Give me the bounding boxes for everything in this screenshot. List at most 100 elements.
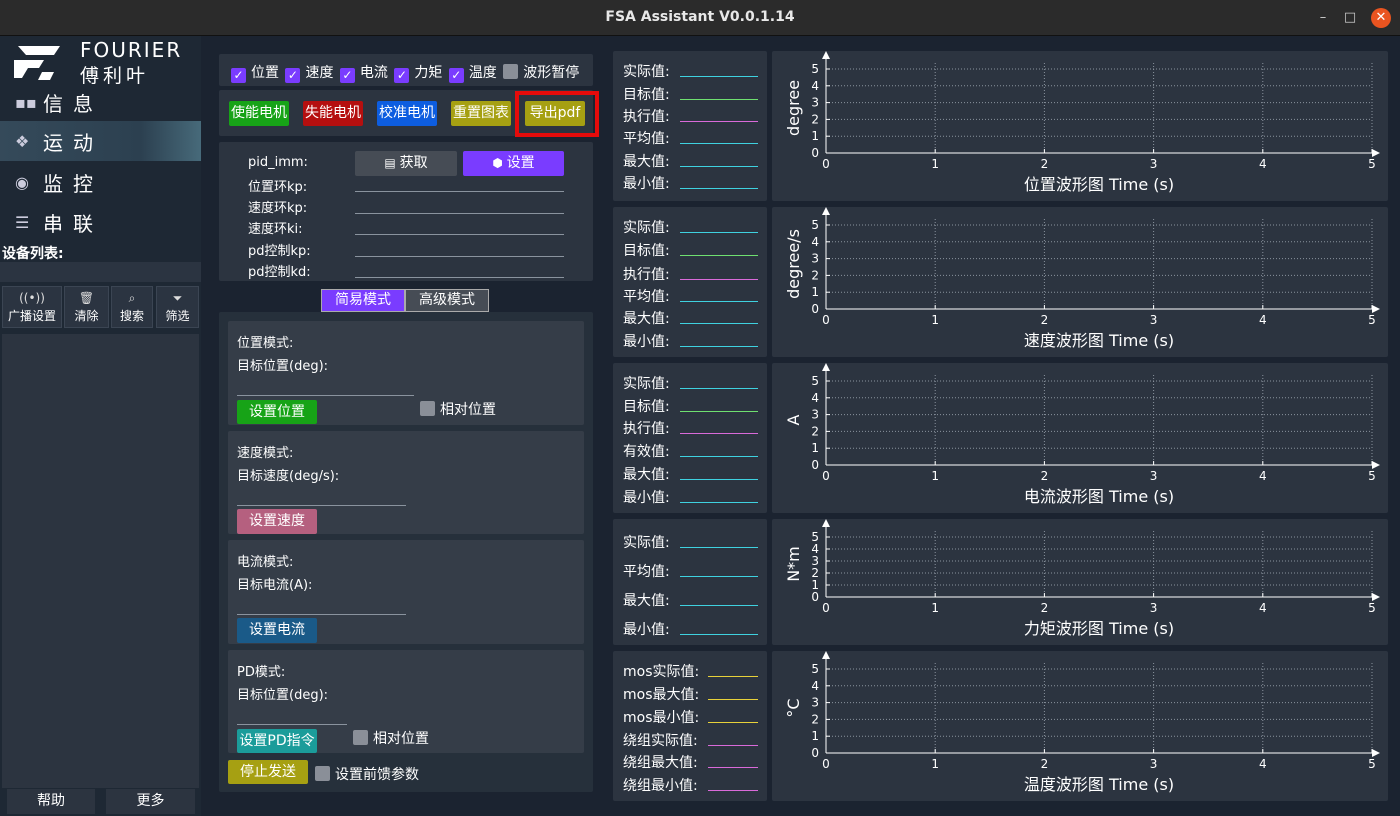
- set-velocity-button[interactable]: 设置速度: [237, 509, 317, 534]
- button-label: 搜索: [119, 309, 144, 323]
- enable-motor-button[interactable]: 使能电机: [229, 101, 289, 126]
- y-tick-label: 2: [811, 566, 819, 580]
- toggle-position[interactable]: ✓ 位置: [231, 65, 279, 83]
- toggle-label: 波形暂停: [523, 65, 580, 81]
- pd-target-position-input[interactable]: [237, 724, 347, 725]
- y-tick-label: 3: [811, 554, 819, 568]
- nav-motion[interactable]: ❖ 运动: [0, 121, 201, 161]
- set-current-button[interactable]: 设置电流: [237, 618, 317, 643]
- stat-label: 实际值:: [623, 535, 670, 551]
- calibrate-motor-button[interactable]: 校准电机: [377, 101, 437, 126]
- position-kp-input[interactable]: [355, 191, 564, 192]
- chart-svg[interactable]: 0 1 2 3 4 5012345电流波形图 Time (s)A: [772, 363, 1388, 513]
- brand-name: FOURIER: [80, 38, 183, 62]
- velocity-kp-label: 速度环kp:: [248, 201, 308, 216]
- button-label: 设置: [506, 155, 535, 171]
- stat-value-field: [680, 456, 758, 457]
- chart-svg[interactable]: 0 1 2 3 4 5012345速度波形图 Time (s)degree/s: [772, 207, 1388, 357]
- y-axis-arrow-icon: [822, 51, 830, 59]
- tab-advanced-mode[interactable]: 高级模式: [405, 289, 489, 312]
- pd-kp-input[interactable]: [355, 256, 564, 257]
- close-button[interactable]: ✕: [1371, 8, 1391, 28]
- broadcast-settings-button[interactable]: ((•)) 广播设置: [2, 286, 62, 328]
- y-tick-label: 2: [811, 112, 819, 126]
- nav-label: 运动: [43, 130, 103, 155]
- help-button[interactable]: 帮助: [7, 789, 95, 814]
- set-position-button[interactable]: 设置位置: [237, 400, 317, 424]
- gear-icon: ⬢: [492, 156, 507, 170]
- stat-label: 执行值:: [623, 421, 670, 437]
- y-tick-label: 3: [811, 96, 819, 110]
- pd-kd-input[interactable]: [355, 277, 564, 278]
- broadcast-icon: ((•)): [19, 291, 45, 305]
- position-mode-title: 位置模式:: [237, 336, 294, 351]
- device-list[interactable]: [2, 334, 199, 788]
- more-button[interactable]: 更多: [106, 789, 195, 814]
- chart-svg[interactable]: 0 1 2 3 4 5012345力矩波形图 Time (s)N*m: [772, 519, 1388, 645]
- chart-xlabel: 位置波形图 Time (s): [1024, 175, 1174, 194]
- disable-motor-button[interactable]: 失能电机: [303, 101, 363, 126]
- tab-simple-mode[interactable]: 简易模式: [321, 289, 405, 312]
- nav-monitor[interactable]: ◉ 监控: [0, 162, 201, 202]
- nav-info[interactable]: ▪▪ 信息: [0, 82, 201, 122]
- toggle-wave-pause[interactable]: 波形暂停: [503, 64, 580, 81]
- filter-button[interactable]: ⏷ 筛选: [156, 286, 199, 328]
- toggle-current[interactable]: ✓ 电流: [339, 65, 388, 83]
- y-tick-label: 1: [811, 129, 819, 143]
- minimize-button[interactable]: –: [1313, 8, 1333, 28]
- x-tick-label: 5: [1368, 601, 1376, 615]
- stat-panel: 实际值: 平均值: 最大值: 最小值:: [613, 519, 767, 645]
- x-tick-label: 2: [1041, 157, 1049, 171]
- relative-position-checkbox[interactable]: 相对位置: [420, 399, 496, 419]
- stat-label: 实际值:: [623, 64, 670, 80]
- button-label: 获取: [399, 155, 428, 171]
- stat-panel: mos实际值: mos最大值: mos最小值: 绕组实际值: 绕组最大值: 绕组最小值:: [613, 651, 767, 801]
- velocity-ki-input[interactable]: [355, 234, 564, 235]
- velocity-kp-input[interactable]: [355, 213, 564, 214]
- get-button[interactable]: ▤ 获取: [355, 151, 457, 176]
- target-position-input[interactable]: [237, 395, 414, 396]
- y-tick-label: 3: [811, 408, 819, 422]
- sidebar: FOURIER 傅利叶 ▪▪ 信息 ❖ 运动 ◉ 监控 ☰ 串联 设备列表: (…: [0, 36, 201, 816]
- pd-kp-label: pd控制kp:: [248, 244, 311, 259]
- x-axis-arrow-icon: [1372, 305, 1380, 313]
- x-tick-label: 0: [822, 313, 830, 327]
- stat-value-field: [680, 634, 758, 635]
- maximize-button[interactable]: □: [1340, 8, 1360, 28]
- y-tick-label: 4: [811, 235, 819, 249]
- x-tick-label: 1: [931, 757, 939, 771]
- checkbox-checked-icon: ✓: [339, 68, 355, 83]
- target-velocity-label: 目标速度(deg/s):: [237, 469, 340, 484]
- chart-xlabel: 电流波形图 Time (s): [1024, 487, 1174, 506]
- search-button[interactable]: ⌕ 搜索: [111, 286, 153, 328]
- x-tick-label: 4: [1259, 757, 1267, 771]
- stat-value-field: [680, 76, 758, 77]
- stat-value-field: [708, 722, 758, 723]
- pd-relative-position-checkbox[interactable]: 相对位置: [353, 728, 429, 748]
- feedforward-checkbox[interactable]: 设置前馈参数: [315, 764, 419, 784]
- chart-panel: 0 1 2 3 4 5 0 1 2 3 4 5 电流波形图 Time (s) A: [772, 363, 1388, 513]
- device-list-label: 设备列表:: [2, 246, 64, 262]
- set-pd-command-button[interactable]: 设置PD指令: [237, 729, 317, 753]
- stat-value-field: [680, 388, 758, 389]
- target-velocity-input[interactable]: [237, 505, 406, 506]
- toggle-velocity[interactable]: ✓ 速度: [285, 65, 333, 83]
- y-tick-label: 2: [811, 424, 819, 438]
- target-current-input[interactable]: [237, 614, 406, 615]
- x-tick-label: 0: [822, 469, 830, 483]
- nav-series[interactable]: ☰ 串联: [0, 202, 201, 242]
- stat-value-field: [708, 790, 758, 791]
- reset-chart-button[interactable]: 重置图表: [451, 101, 511, 126]
- toggle-torque[interactable]: ✓ 力矩: [394, 65, 442, 83]
- y-tick-label: 5: [811, 218, 819, 232]
- set-button[interactable]: ⬢ 设置: [463, 151, 564, 176]
- clear-button[interactable]: 🗑 清除: [64, 286, 109, 328]
- chart-panel: 0 1 2 3 4 5 0 1 2 3 4 5 力矩波形图 Time (s) N*m: [772, 519, 1388, 645]
- chart-ylabel: N*m: [784, 546, 803, 582]
- y-tick-label: 1: [811, 578, 819, 592]
- chart-svg[interactable]: 0 1 2 3 4 5012345温度波形图 Time (s)°C: [772, 651, 1388, 801]
- toggle-temperature[interactable]: ✓ 温度: [448, 65, 497, 83]
- stop-sending-button[interactable]: 停止发送: [228, 760, 308, 784]
- chart-svg[interactable]: 0 1 2 3 4 5012345位置波形图 Time (s)degree: [772, 51, 1388, 201]
- export-pdf-button[interactable]: 导出pdf: [525, 101, 585, 126]
